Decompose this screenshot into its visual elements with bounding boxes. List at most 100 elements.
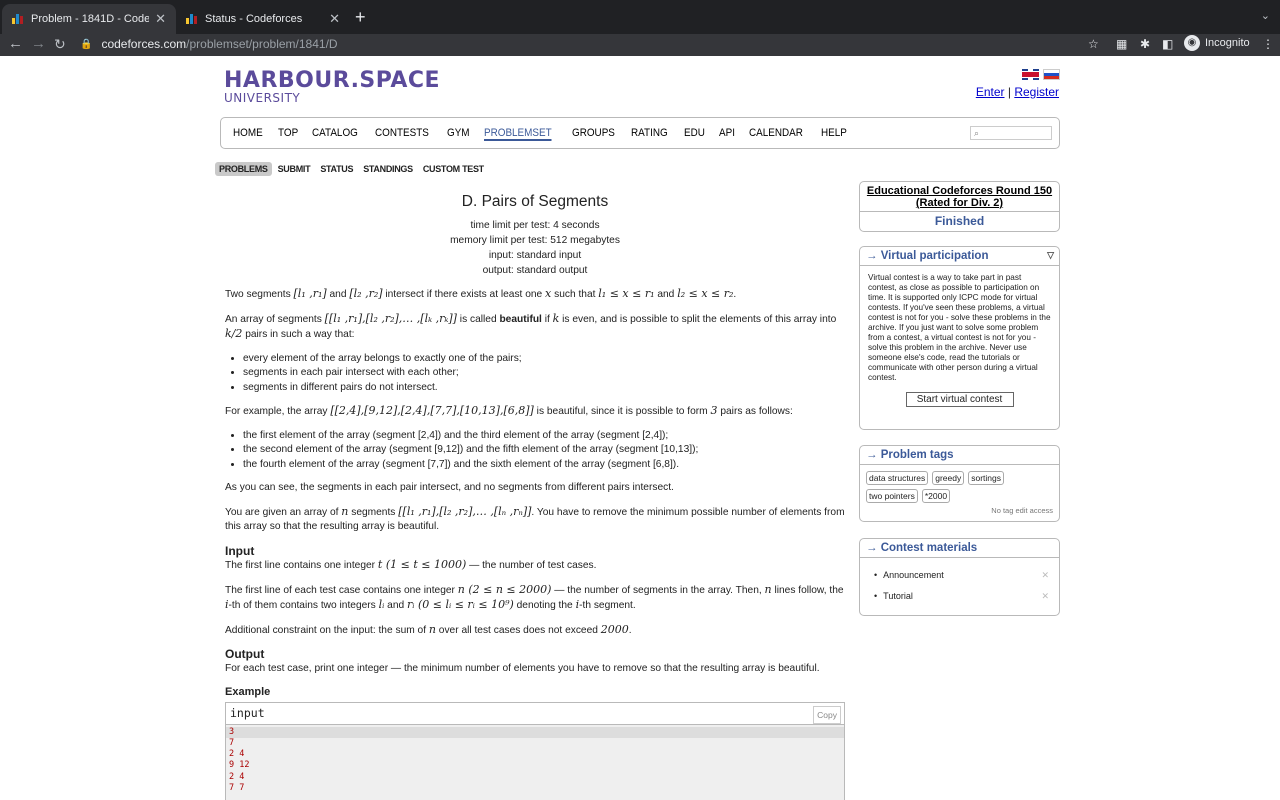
legend-paragraph-2: An array of segments [[l₁ ,r₁],[l₂ ,r₂],…	[225, 311, 837, 341]
contest-materials-title: → Contest materials	[860, 539, 1059, 558]
menu-groups[interactable]: GROUPS	[572, 127, 615, 141]
tag[interactable]: two pointers	[866, 489, 918, 503]
tab-problem[interactable]: Problem - 1841D - Codeforces ✕	[2, 4, 176, 34]
ru-flag-icon[interactable]	[1043, 69, 1060, 80]
close-icon[interactable]: ✕	[155, 11, 166, 27]
close-icon[interactable]: ✕	[329, 11, 340, 27]
contest-name: Educational Codeforces Round 150 (Rated …	[860, 182, 1059, 211]
extension-icon[interactable]: ▦	[1116, 37, 1127, 51]
menu-gym[interactable]: GYM	[447, 127, 470, 141]
output-paragraph: For each test case, print one integer — …	[225, 662, 820, 674]
menu-problemset[interactable]: PROBLEMSET	[484, 127, 552, 141]
submenu-problems[interactable]: PROBLEMS	[215, 162, 272, 176]
problem-statement: D. Pairs of Segments time limit per test…	[225, 192, 845, 800]
tags-list: data structures greedy sortings two poin…	[860, 465, 1059, 503]
list-item: the fourth element of the array (segment…	[243, 458, 845, 473]
task-paragraph: You are given an array of n segments [[l…	[225, 504, 845, 533]
problem-limits: time limit per test: 4 seconds memory li…	[225, 218, 845, 278]
url-host: codeforces.com	[101, 37, 187, 51]
example-title: Example	[225, 686, 271, 698]
example-line: 7	[229, 737, 235, 748]
menu-top[interactable]: TOP	[278, 127, 298, 141]
url-path: /problemset/problem/1841/D	[186, 37, 338, 51]
tag[interactable]: sortings	[968, 471, 1004, 485]
forward-arrow-icon[interactable]: →	[31, 35, 46, 53]
browser-tab-bar: Problem - 1841D - Codeforces ✕ Status - …	[0, 0, 1280, 34]
list-item: every element of the array belongs to ex…	[243, 352, 845, 367]
incognito-profile[interactable]: ◉ Incognito	[1184, 35, 1250, 51]
codeforces-favicon	[186, 14, 198, 24]
register-link[interactable]: Register	[1014, 85, 1059, 99]
tab-search-icon[interactable]: ⌄	[1261, 9, 1270, 22]
tag[interactable]: greedy	[932, 471, 965, 485]
contest-link[interactable]: Educational Codeforces Round 150 (Rated …	[867, 185, 1052, 209]
menu-rating[interactable]: RATING	[631, 127, 668, 141]
main-menu: HOME TOP CATALOG CONTESTS GYM PROBLEMSET…	[220, 117, 1060, 149]
menu-home[interactable]: HOME	[233, 127, 263, 141]
list-item: • Tutorial ✕	[874, 591, 1049, 602]
start-virtual-contest-button[interactable]: Start virtual contest	[905, 392, 1014, 407]
contest-status: Finished	[860, 211, 1059, 231]
submenu-standings[interactable]: STANDINGS	[359, 162, 417, 176]
search-input[interactable]: ⌕	[970, 126, 1052, 140]
site-logo[interactable]: HARBOUR.SPACE UNIVERSITY	[224, 68, 440, 105]
sidepanel-icon[interactable]: ◧	[1162, 37, 1173, 51]
more-menu-icon[interactable]: ⋮	[1262, 37, 1274, 51]
example-line: 2 4	[229, 771, 245, 782]
material-link-announcement[interactable]: Announcement	[883, 570, 944, 580]
problem-title: D. Pairs of Segments	[461, 193, 609, 210]
example-input-label: input	[230, 705, 265, 720]
problem-tags-box: → Problem tags data structures greedy so…	[859, 445, 1060, 522]
lock-icon: 🔒	[80, 38, 93, 50]
example-input-content[interactable]: 3 7 2 4 9 12 2 4 7 7	[226, 724, 844, 800]
bookmark-star-icon[interactable]: ☆	[1088, 37, 1099, 51]
puzzle-icon[interactable]: ✱	[1140, 37, 1150, 51]
list-item: the second element of the array (segment…	[243, 443, 845, 458]
no-tag-edit-note: No tag edit access	[991, 506, 1053, 515]
copy-button[interactable]: Copy	[813, 705, 841, 724]
chevron-down-icon[interactable]: ▽	[1047, 250, 1054, 261]
menu-catalog[interactable]: CATALOG	[312, 127, 358, 141]
auth-separator: |	[1007, 85, 1011, 99]
submenu-submit[interactable]: SUBMIT	[274, 162, 315, 176]
logo-line2: UNIVERSITY	[224, 91, 301, 105]
close-icon[interactable]: ✕	[1041, 591, 1049, 602]
submenu-custom-test[interactable]: CUSTOM TEST	[419, 162, 488, 176]
new-tab-button[interactable]: +	[355, 7, 366, 28]
back-arrow-icon[interactable]: ←	[8, 35, 23, 53]
menu-calendar[interactable]: CALENDAR	[749, 127, 803, 141]
address-bar[interactable]: 🔒 codeforces.com/problemset/problem/1841…	[80, 34, 1100, 54]
tag[interactable]: *2000	[921, 489, 951, 503]
enter-link[interactable]: Enter	[976, 85, 1005, 99]
input-paragraph-2: The first line of each test case contain…	[225, 582, 844, 612]
submenu-status[interactable]: STATUS	[316, 162, 357, 176]
menu-contests[interactable]: CONTESTS	[375, 127, 429, 141]
close-icon[interactable]: ✕	[1041, 570, 1049, 581]
auth-links: Enter | Register	[976, 85, 1059, 99]
reload-icon[interactable]: ↻	[54, 35, 66, 53]
virtual-description: Virtual contest is a way to take part in…	[868, 273, 1051, 382]
material-link-tutorial[interactable]: Tutorial	[883, 591, 913, 601]
list-item: segments in each pair intersect with eac…	[243, 366, 845, 381]
contest-box: Educational Codeforces Round 150 (Rated …	[859, 181, 1060, 232]
input-paragraph-1: The first line contains one integer t (1…	[225, 558, 597, 571]
profile-label: Incognito	[1205, 37, 1250, 49]
list-item: segments in different pairs do not inter…	[243, 381, 845, 396]
example-paragraph: For example, the array [[2,4],[9,12],[2,…	[225, 404, 793, 417]
tag[interactable]: data structures	[866, 471, 929, 485]
time-limit: time limit per test: 4 seconds	[470, 220, 600, 231]
tab-title: Problem - 1841D - Codeforces	[31, 13, 150, 25]
virtual-participation-title[interactable]: → Virtual participation ▽	[860, 247, 1059, 266]
uk-flag-icon[interactable]	[1022, 69, 1039, 80]
browser-toolbar: ← → ↻ 🔒 codeforces.com/problemset/proble…	[0, 34, 1280, 56]
tab-status[interactable]: Status - Codeforces ✕	[176, 4, 350, 34]
example-line: 9 12	[229, 760, 250, 771]
menu-help[interactable]: HELP	[821, 127, 847, 141]
contest-materials-box: → Contest materials • Announcement ✕ • Tuto…	[859, 538, 1060, 616]
output-section-title: Output	[225, 647, 265, 661]
rules-list: every element of the array belongs to ex…	[243, 352, 845, 396]
logo-line1: HARBOUR.SPACE	[224, 68, 441, 93]
pairs-list: the first element of the array (segment …	[243, 429, 845, 473]
menu-api[interactable]: API	[719, 127, 735, 141]
menu-edu[interactable]: EDU	[684, 127, 705, 141]
